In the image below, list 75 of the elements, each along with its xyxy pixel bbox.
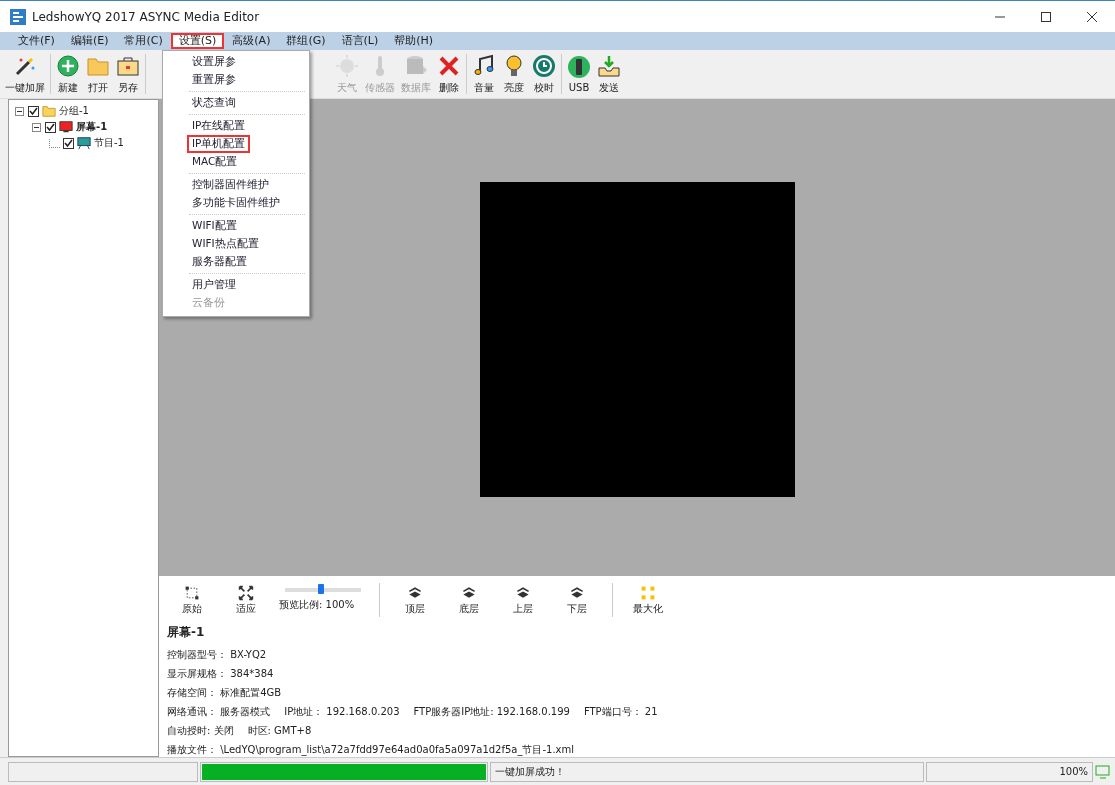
tree-item[interactable]: 屏幕-1 [76, 120, 108, 134]
menu-item[interactable]: 重置屏参 [187, 71, 241, 89]
menu-item[interactable]: IP在线配置 [187, 117, 251, 135]
info-text: IP地址： 192.168.0.203 [284, 704, 400, 719]
info-text: 存储空间： 标准配置4GB [167, 685, 282, 700]
toolbar-button[interactable]: 另存 [115, 51, 141, 97]
checkbox[interactable] [28, 105, 39, 117]
new-icon [56, 53, 80, 78]
preview-button[interactable]: 下层 [552, 584, 602, 616]
toolbar-button[interactable]: 新建 [55, 51, 81, 97]
info-text: 自动授时: 关闭 [167, 723, 234, 738]
preview-button[interactable]: 最大化 [623, 584, 673, 616]
menu-item[interactable]: WIFI配置 [187, 217, 242, 235]
menu-item[interactable]: MAC配置 [187, 153, 243, 171]
menu-item[interactable]: IP单机配置 [187, 135, 251, 153]
toolbar-button[interactable]: 音量 [471, 51, 497, 97]
info-text: 显示屏规格： 384*384 [167, 666, 274, 681]
preview-button[interactable]: 适应 [221, 584, 271, 616]
menu-item[interactable]: 常用(C) [116, 33, 171, 49]
preview-button[interactable]: 顶层 [390, 584, 440, 616]
checkbox[interactable] [63, 137, 74, 149]
menu-item[interactable]: 控制器固件维护 [187, 176, 274, 194]
toolbar-button[interactable]: USB [566, 53, 592, 95]
menu-item[interactable]: 状态查询 [187, 94, 241, 112]
slider-thumb[interactable] [317, 584, 324, 594]
maximize-icon [1041, 11, 1051, 22]
tree-item[interactable]: 分组-1 [59, 104, 89, 118]
menu-item[interactable]: 多功能卡固件维护 [187, 194, 285, 212]
menu-item[interactable]: WIFI热点配置 [187, 235, 264, 253]
status-message: 一键加屏成功！ [490, 761, 924, 782]
close-icon [1087, 11, 1097, 22]
toolbar-button[interactable]: 一键加屏 [4, 51, 46, 97]
checkbox[interactable] [45, 121, 56, 133]
toolbar-button[interactable]: 亮度 [501, 51, 527, 97]
usb-icon [567, 55, 591, 79]
menu-item[interactable]: 高级(A) [224, 33, 279, 49]
program-icon [77, 136, 91, 150]
preview-button[interactable]: 上层 [498, 584, 548, 616]
preview-button[interactable]: 底层 [444, 584, 494, 616]
menu-item[interactable]: 用户管理 [187, 276, 241, 294]
maximize-icon [640, 584, 656, 601]
menu-item[interactable]: 设置屏参 [187, 53, 241, 71]
fit-icon [238, 584, 254, 601]
toolbar-button[interactable]: 校时 [531, 51, 557, 97]
menu-item[interactable]: 语言(L) [333, 33, 387, 49]
toolbar-button[interactable]: 发送 [596, 51, 622, 97]
menu-item[interactable]: 服务器配置 [187, 253, 252, 271]
window-title: LedshowYQ 2017 ASYNC Media Editor [32, 9, 260, 24]
info-text: FTP服务器IP地址: 192.168.0.199 [413, 704, 570, 719]
menu-item[interactable]: 设置(S) [170, 33, 225, 49]
collapse-icon[interactable] [32, 122, 41, 132]
info-text: 网络通讯： 服务器模式 [167, 704, 271, 719]
group-icon [42, 104, 56, 118]
menu-item[interactable]: 编辑(E) [62, 33, 117, 49]
info-text: 播放文件： \LedYQ\program_list\a72a7fdd97e64ad0a0fa5a097a1d2f5a_节目-1.xml [167, 742, 575, 757]
info-text: FTP端口号： 21 [583, 704, 658, 719]
send-icon [597, 53, 621, 78]
monitor-icon [1095, 764, 1111, 779]
volume-icon [472, 53, 496, 78]
clock-icon [532, 53, 556, 78]
info-text: 控制器型号： BX-YQ2 [167, 647, 267, 662]
info-text: 时区: GMT+8 [247, 723, 312, 738]
menu-item[interactable]: 文件(F) [10, 33, 63, 49]
zoom-label: 预览比例: 100% [279, 598, 355, 612]
status-zoom: 100% [926, 761, 1093, 782]
screen-icon [59, 120, 73, 134]
menu-item[interactable]: 群组(G) [278, 33, 334, 49]
menu-item[interactable]: 帮助(H) [386, 33, 442, 49]
tree-item[interactable]: 节目-1 [94, 136, 124, 150]
app-logo-icon [10, 8, 26, 25]
preview-button[interactable]: 原始 [167, 584, 217, 616]
toolbar-button[interactable]: 删除 [436, 51, 462, 97]
collapse-icon[interactable] [15, 106, 24, 116]
toolbar-button[interactable]: 打开 [85, 51, 111, 97]
screen-name: 屏幕-1 [167, 624, 206, 641]
